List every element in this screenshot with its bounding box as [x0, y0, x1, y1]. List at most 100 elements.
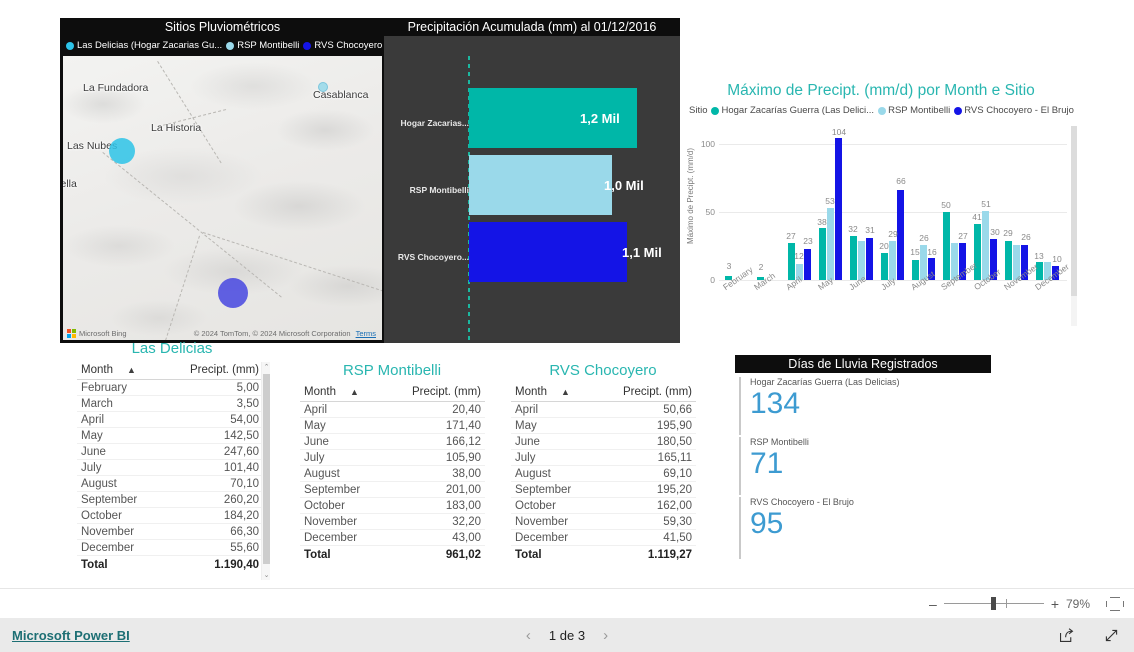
- table-row[interactable]: April 54,00: [77, 411, 263, 428]
- table-row[interactable]: September 195,20: [511, 481, 696, 498]
- table-grid[interactable]: Month ▲ Precipt. (mm) April 20,40 May 171,4…: [300, 384, 485, 563]
- bing-map-canvas[interactable]: La Fundadora Casablanca La Historia Las …: [63, 56, 382, 340]
- bar-hogar[interactable]: [881, 252, 888, 280]
- table-row[interactable]: November 66,30: [77, 523, 263, 540]
- table-row[interactable]: July 101,40: [77, 459, 263, 476]
- table-row[interactable]: May 171,40: [300, 417, 485, 434]
- table-row[interactable]: August 38,00: [300, 465, 485, 482]
- bar-hogar[interactable]: [819, 228, 826, 280]
- table-grid[interactable]: Month ▲ Precipt. (mm) April 50,66 May 195,9…: [511, 384, 696, 563]
- table-row[interactable]: October 162,00: [511, 497, 696, 514]
- table-row[interactable]: September 260,20: [77, 491, 263, 508]
- legend-item-chocoyero[interactable]: RVS Chocoyero - El Brujo: [954, 105, 1074, 116]
- table-row[interactable]: June 180,50: [511, 433, 696, 450]
- accum-bar-rsp-montibelli[interactable]: [469, 155, 612, 215]
- table-row[interactable]: February 5,00: [77, 379, 263, 396]
- table-row[interactable]: December 41,50: [511, 529, 696, 546]
- bar-chocoyero[interactable]: [866, 237, 873, 280]
- map-legend-item-0[interactable]: Las Delicias (Hogar Zacarias Gu...: [66, 40, 222, 51]
- bar-chocoyero[interactable]: [804, 248, 811, 280]
- table-row[interactable]: July 165,11: [511, 449, 696, 466]
- table-row[interactable]: May 195,90: [511, 417, 696, 434]
- table-row[interactable]: October 184,20: [77, 507, 263, 524]
- card-hogar-zacarias[interactable]: Hogar Zacarías Guerra (Las Delicias) 134: [739, 377, 900, 435]
- cell-precip: 162,00: [595, 497, 696, 514]
- bar-hogar[interactable]: [788, 243, 795, 280]
- bar-montibelli[interactable]: [827, 207, 834, 280]
- column-group-april[interactable]: [788, 243, 811, 280]
- table-scrollbar[interactable]: ⌃ ⌄: [261, 362, 270, 580]
- scrollbar-thumb[interactable]: [1071, 126, 1077, 296]
- table-row[interactable]: December 43,00: [300, 529, 485, 546]
- sort-ascending-icon[interactable]: ▲: [127, 365, 136, 375]
- bar-hogar[interactable]: [974, 224, 981, 280]
- card-rsp-montibelli[interactable]: RSP Montibelli 71: [739, 437, 809, 495]
- zoom-slider-thumb[interactable]: [990, 597, 996, 610]
- cell-precip: 43,00: [384, 529, 485, 546]
- zoom-slider-track[interactable]: [943, 597, 1044, 610]
- column-header-precip[interactable]: Precipt. (mm): [161, 362, 263, 380]
- table-row[interactable]: November 59,30: [511, 513, 696, 530]
- rain-days-visual[interactable]: Días de Lluvia Registrados Hogar Zacaría…: [735, 355, 991, 570]
- column-header-precip[interactable]: Precipt. (mm): [595, 384, 696, 402]
- map-bubble-las-delicias[interactable]: [109, 138, 135, 164]
- table-rsp-montibelli[interactable]: RSP Montibelli Month ▲ Precipt. (mm) Apri…: [288, 362, 496, 587]
- table-row[interactable]: October 183,00: [300, 497, 485, 514]
- bar-chocoyero[interactable]: [897, 190, 904, 280]
- table-row[interactable]: June 166,12: [300, 433, 485, 450]
- table-row[interactable]: August 69,10: [511, 465, 696, 482]
- bar-hogar[interactable]: [850, 236, 857, 280]
- table-row[interactable]: June 247,60: [77, 443, 263, 460]
- table-row[interactable]: August 70,10: [77, 475, 263, 492]
- next-page-button[interactable]: ›: [603, 627, 608, 644]
- table-row[interactable]: September 201,00: [300, 481, 485, 498]
- column-header-month[interactable]: Month ▲: [77, 362, 162, 380]
- table-row[interactable]: April 20,40: [300, 401, 485, 418]
- scroll-up-icon[interactable]: ⌃: [262, 363, 271, 371]
- share-icon[interactable]: [1058, 627, 1075, 644]
- table-row[interactable]: July 105,90: [300, 449, 485, 466]
- table-row[interactable]: December 55,60: [77, 539, 263, 556]
- scroll-down-icon[interactable]: ⌄: [262, 571, 271, 579]
- bar-hogar[interactable]: [1005, 240, 1012, 280]
- zoom-out-button[interactable]: –: [929, 596, 937, 612]
- zoom-in-button[interactable]: +: [1051, 596, 1059, 612]
- map-visual[interactable]: Sitios Pluviométricos Las Delicias (Hoga…: [60, 18, 424, 343]
- table-row[interactable]: April 50,66: [511, 401, 696, 418]
- column-header-month[interactable]: Month ▲: [511, 384, 596, 402]
- sort-ascending-icon[interactable]: ▲: [561, 387, 570, 397]
- bar-montibelli[interactable]: [982, 210, 989, 280]
- accum-category-label: Hogar Zacarias...: [400, 118, 469, 128]
- table-row[interactable]: May 142,50: [77, 427, 263, 444]
- fit-to-page-icon[interactable]: [1106, 596, 1124, 611]
- sort-ascending-icon[interactable]: ▲: [350, 387, 359, 397]
- accumulated-precipitation-visual[interactable]: Precipitación Acumulada (mm) al 01/12/20…: [384, 18, 680, 343]
- map-legend-item-1[interactable]: RSP Montibelli: [226, 40, 299, 51]
- table-row[interactable]: March 3,50: [77, 395, 263, 412]
- max-precipitation-by-month-visual[interactable]: Máximo de Precipt. (mm/d) por Month e Si…: [683, 68, 1079, 326]
- map-bubble-chocoyero[interactable]: [218, 278, 248, 308]
- table-las-delicias[interactable]: Las Delicias Month ▲ Precipt. (mm) Februa…: [63, 340, 281, 582]
- fullscreen-icon[interactable]: [1103, 627, 1120, 644]
- map-terms-link[interactable]: Terms: [356, 329, 376, 338]
- card-label: RSP Montibelli: [750, 437, 809, 447]
- bar-value-label: 26: [919, 233, 929, 243]
- map-bubble-casablanca[interactable]: [318, 82, 328, 92]
- table-row[interactable]: November 32,20: [300, 513, 485, 530]
- previous-page-button[interactable]: ‹: [526, 627, 531, 644]
- table-rvs-chocoyero[interactable]: RVS Chocoyero Month ▲ Precipt. (mm) April…: [499, 362, 707, 587]
- bar-montibelli[interactable]: [889, 240, 896, 280]
- bar-hogar[interactable]: [943, 211, 950, 280]
- column-header-precip[interactable]: Precipt. (mm): [384, 384, 485, 402]
- column-group-may[interactable]: [819, 138, 842, 280]
- bar-chocoyero[interactable]: [835, 138, 842, 280]
- card-rvs-chocoyero[interactable]: RVS Chocoyero - El Brujo 95: [739, 497, 854, 559]
- legend-item-montibelli[interactable]: RSP Montibelli: [878, 105, 950, 116]
- column-header-month[interactable]: Month ▲: [300, 384, 385, 402]
- zoom-control[interactable]: – + 79%: [929, 596, 1096, 612]
- accum-bar-rvs-chocoyero[interactable]: [469, 222, 627, 282]
- scrollbar-thumb[interactable]: [263, 374, 270, 564]
- table-grid[interactable]: Month ▲ Precipt. (mm) February 5,00 March 3…: [77, 362, 263, 573]
- column-chart-scrollbar[interactable]: [1071, 126, 1077, 326]
- legend-item-hogar[interactable]: Hogar Zacarías Guerra (Las Delici...: [711, 105, 874, 116]
